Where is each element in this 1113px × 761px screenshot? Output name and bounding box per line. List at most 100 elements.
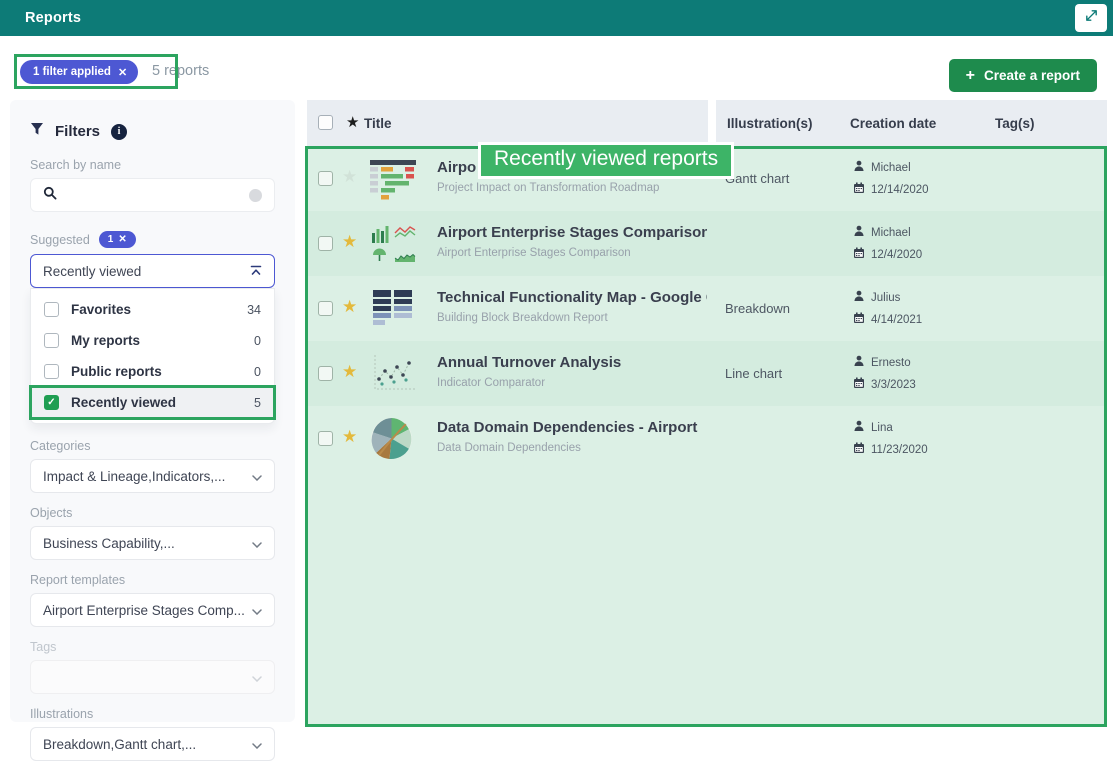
person-icon bbox=[853, 290, 865, 305]
search-by-name-label: Search by name bbox=[30, 158, 275, 172]
objects-select[interactable]: Business Capability,... bbox=[30, 526, 275, 560]
creator-name: Ernesto bbox=[871, 357, 911, 369]
creation-date: 12/14/2020 bbox=[871, 184, 929, 196]
person-icon bbox=[853, 355, 865, 370]
line-chart-thumbnail bbox=[365, 351, 420, 396]
calendar-icon bbox=[853, 377, 865, 392]
option-favorites[interactable]: Favorites 34 bbox=[31, 294, 274, 325]
illustration-type: Gantt chart bbox=[725, 171, 789, 186]
row-checkbox[interactable] bbox=[318, 171, 333, 186]
column-title: Title bbox=[364, 116, 392, 131]
suggested-options-list: Favorites 34 My reports 0 Public reports… bbox=[30, 288, 275, 424]
calendar-icon bbox=[853, 182, 865, 197]
report-title[interactable]: Airpo bbox=[437, 159, 707, 176]
chevron-down-icon bbox=[252, 737, 262, 752]
checkbox[interactable] bbox=[44, 302, 59, 317]
calendar-icon bbox=[853, 312, 865, 327]
person-icon bbox=[853, 160, 865, 175]
table-header: Title Illustration(s) Creation date Tag(… bbox=[307, 100, 1107, 146]
tags-select[interactable] bbox=[30, 660, 275, 694]
row-checkbox[interactable] bbox=[318, 366, 333, 381]
plus-icon: + bbox=[966, 67, 975, 85]
illustrations-label: Illustrations bbox=[30, 707, 275, 721]
expand-icon bbox=[1084, 8, 1099, 28]
applied-filter-badge[interactable]: 1 filter applied ✕ bbox=[20, 60, 138, 84]
gantt-chart-thumbnail bbox=[365, 156, 420, 201]
suggested-label: Suggested bbox=[30, 233, 90, 247]
column-illustrations: Illustration(s) bbox=[727, 116, 813, 131]
applied-filter-label: 1 filter applied bbox=[33, 66, 111, 78]
star-column-icon[interactable] bbox=[346, 113, 359, 131]
illustrations-select[interactable]: Breakdown,Gantt chart,... bbox=[30, 727, 275, 761]
top-bar: Reports bbox=[0, 0, 1113, 36]
objects-label: Objects bbox=[30, 506, 275, 520]
option-public-reports[interactable]: Public reports 0 bbox=[31, 356, 274, 387]
create-report-button[interactable]: + Create a report bbox=[949, 59, 1097, 92]
clear-suggested-icon[interactable]: ✕ bbox=[118, 234, 126, 245]
checkbox[interactable] bbox=[44, 333, 59, 348]
star-icon[interactable] bbox=[342, 427, 357, 447]
calendar-icon bbox=[853, 247, 865, 262]
table-row[interactable]: Airpo Project Impact on Transformation R… bbox=[307, 146, 1107, 211]
report-subtitle: Indicator Comparator bbox=[437, 377, 707, 389]
report-title[interactable]: Airport Enterprise Stages Comparison bbox=[437, 224, 707, 241]
row-checkbox[interactable] bbox=[318, 431, 333, 446]
expand-button[interactable] bbox=[1075, 4, 1107, 32]
report-title[interactable]: Annual Turnover Analysis bbox=[437, 354, 707, 371]
report-subtitle: Data Domain Dependencies bbox=[437, 442, 707, 454]
option-my-reports[interactable]: My reports 0 bbox=[31, 325, 274, 356]
reports-count: 5 reports bbox=[152, 63, 209, 79]
creator-name: Michael bbox=[871, 162, 911, 174]
checkbox[interactable] bbox=[44, 364, 59, 379]
calendar-icon bbox=[853, 442, 865, 457]
search-input[interactable] bbox=[66, 188, 249, 203]
table-row[interactable]: Technical Functionality Map - Google Clo… bbox=[307, 276, 1107, 341]
categories-label: Categories bbox=[30, 439, 275, 453]
chevron-down-icon bbox=[252, 536, 262, 551]
option-recently-viewed[interactable]: Recently viewed 5 bbox=[31, 387, 274, 418]
chevron-down-icon bbox=[252, 670, 262, 685]
report-subtitle: Building Block Breakdown Report bbox=[437, 312, 707, 324]
filters-sidebar: Filters Search by name Suggested 1 ✕ Rec… bbox=[10, 100, 295, 722]
column-creation-date: Creation date bbox=[850, 116, 936, 131]
illustration-type: Breakdown bbox=[725, 301, 790, 316]
report-title[interactable]: Technical Functionality Map - Google Clo bbox=[437, 289, 707, 306]
table-row[interactable]: Annual Turnover Analysis Indicator Compa… bbox=[307, 341, 1107, 406]
star-icon[interactable] bbox=[342, 297, 357, 317]
search-box[interactable] bbox=[30, 178, 275, 212]
select-all-checkbox[interactable] bbox=[318, 115, 333, 130]
categories-select[interactable]: Impact & Lineage,Indicators,... bbox=[30, 459, 275, 493]
row-checkbox[interactable] bbox=[318, 236, 333, 251]
report-templates-label: Report templates bbox=[30, 573, 275, 587]
person-icon bbox=[853, 225, 865, 240]
creation-date: 12/4/2020 bbox=[871, 249, 922, 261]
info-icon[interactable] bbox=[111, 124, 127, 140]
filters-title: Filters bbox=[55, 123, 100, 140]
suggested-count-badge[interactable]: 1 ✕ bbox=[99, 231, 136, 248]
row-checkbox[interactable] bbox=[318, 301, 333, 316]
report-subtitle: Project Impact on Transformation Roadmap bbox=[437, 182, 707, 194]
search-clear-dot-icon bbox=[249, 189, 262, 202]
tags-label: Tags bbox=[30, 640, 275, 654]
report-title[interactable]: Data Domain Dependencies - Airport bbox=[437, 419, 707, 436]
star-icon[interactable] bbox=[342, 232, 357, 252]
creation-date: 3/3/2023 bbox=[871, 379, 916, 391]
report-templates-select[interactable]: Airport Enterprise Stages Comp... bbox=[30, 593, 275, 627]
remove-filter-icon[interactable]: ✕ bbox=[118, 66, 127, 79]
table-row[interactable]: Data Domain Dependencies - Airport Data … bbox=[307, 406, 1107, 471]
pie-chart-thumbnail bbox=[369, 416, 414, 461]
creation-date: 11/23/2020 bbox=[871, 444, 928, 456]
checkbox[interactable] bbox=[44, 395, 59, 410]
suggested-select[interactable]: Recently viewed bbox=[30, 254, 275, 288]
table-row[interactable]: Airport Enterprise Stages Comparison Air… bbox=[307, 211, 1107, 276]
illustration-type: Line chart bbox=[725, 366, 782, 381]
collapse-icon bbox=[250, 264, 262, 279]
chevron-down-icon bbox=[252, 603, 262, 618]
star-icon[interactable] bbox=[342, 167, 357, 187]
report-subtitle: Airport Enterprise Stages Comparison bbox=[437, 247, 707, 259]
star-icon[interactable] bbox=[342, 362, 357, 382]
page-title: Reports bbox=[25, 10, 81, 26]
filter-funnel-icon bbox=[30, 122, 44, 141]
reports-table-body: Airpo Project Impact on Transformation R… bbox=[307, 146, 1107, 727]
creation-date: 4/14/2021 bbox=[871, 314, 922, 326]
